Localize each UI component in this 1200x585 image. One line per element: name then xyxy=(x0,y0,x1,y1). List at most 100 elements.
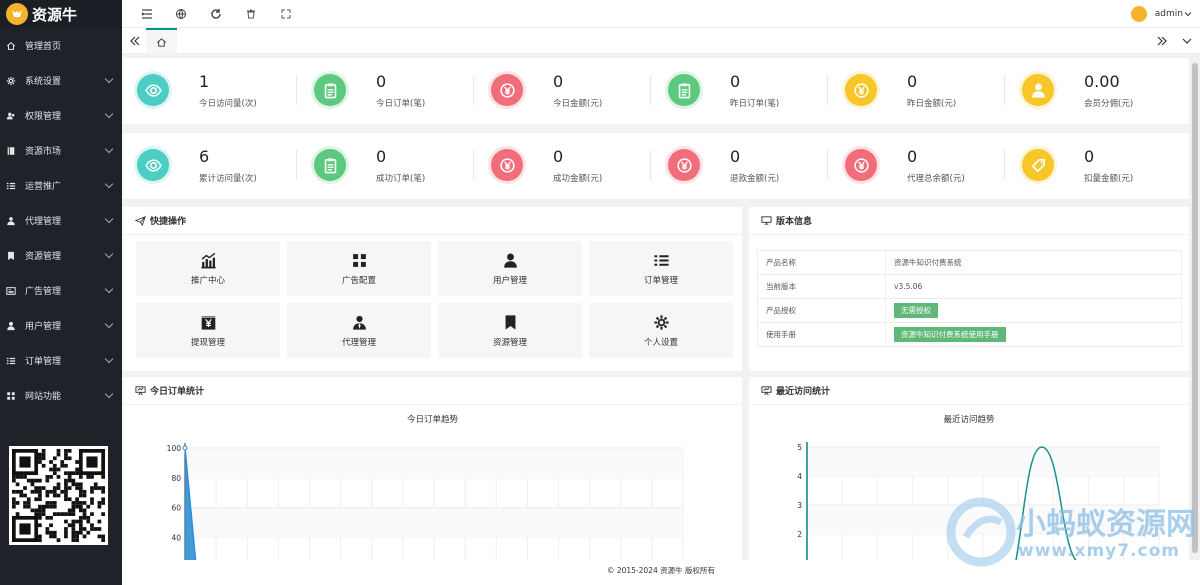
stat-value: 0 xyxy=(553,72,564,91)
tabs-scroll-left-icon[interactable] xyxy=(129,35,141,50)
stat-value: 0 xyxy=(730,147,741,166)
quick-action-button[interactable]: 代理管理 xyxy=(287,303,431,358)
yen-box-icon xyxy=(200,315,216,330)
sidebar-item-8[interactable]: 用户管理 xyxy=(0,308,122,343)
stat-label: 今日金额(元) xyxy=(553,99,603,109)
tabs-dropdown-icon[interactable] xyxy=(1181,35,1193,50)
sidebar-item-0[interactable]: 管理首页 xyxy=(0,28,122,63)
globe-icon[interactable] xyxy=(175,8,187,20)
brand-logo[interactable]: 资源牛 xyxy=(0,0,122,28)
version-value-cell: 无需授权 xyxy=(885,298,1182,323)
avatar xyxy=(1130,6,1147,22)
version-info-header: 版本信息 xyxy=(749,207,1189,235)
version-value-cell: 资源牛知识付费系统 xyxy=(885,250,1182,275)
grid-band xyxy=(185,507,683,538)
stat-badge xyxy=(1022,74,1054,106)
y-tick-label: 60 xyxy=(171,504,181,513)
quick-action-button[interactable]: 提现管理 xyxy=(136,303,280,358)
username: admin xyxy=(1154,9,1183,19)
y-tick-label: 40 xyxy=(171,533,181,542)
stat-value: 6 xyxy=(199,147,210,166)
chevron-down-icon xyxy=(1184,12,1192,17)
divider xyxy=(650,75,651,105)
brand-icon xyxy=(6,3,28,25)
stat-label: 累计访问量(次) xyxy=(199,174,257,184)
quick-actions-title: 快捷操作 xyxy=(150,217,187,227)
stat-card: 6 累计访问量(次) xyxy=(123,133,299,199)
users-icon xyxy=(6,112,15,119)
stat-badge xyxy=(845,149,877,181)
list-icon xyxy=(6,182,16,189)
sidebar-item-9[interactable]: 订单管理 xyxy=(0,343,122,378)
quick-action-button[interactable]: 用户管理 xyxy=(438,241,582,296)
sidebar-item-5[interactable]: 代理管理 xyxy=(0,203,122,238)
chevron-down-icon xyxy=(104,319,114,329)
stat-badge xyxy=(137,149,169,181)
refresh-icon[interactable] xyxy=(210,8,222,20)
sidebar-item-3[interactable]: 资源市场 xyxy=(0,133,122,168)
clipboard-icon xyxy=(324,82,336,98)
version-row: 使用手册 资源牛知识付费系统使用手册 xyxy=(757,322,1182,347)
sidebar-item-4[interactable]: 运营推广 xyxy=(0,168,122,203)
version-row: 产品名称 资源牛知识付费系统 xyxy=(757,250,1182,275)
sidebar-item-label: 网站功能 xyxy=(25,392,62,402)
watermark-text: 小蚂蚁资源网 xyxy=(1016,507,1196,542)
user-tie-icon xyxy=(7,216,15,225)
tab-home[interactable] xyxy=(146,28,177,54)
chevron-down-icon xyxy=(104,354,114,364)
quick-action-button[interactable]: 推广中心 xyxy=(136,241,280,296)
stat-value: 1 xyxy=(199,72,210,91)
watermark: 小蚂蚁资源网 www.xmy7.com xyxy=(946,495,1200,575)
y-tick-label: 3 xyxy=(797,501,802,510)
stat-card: 0 昨日金额(元) xyxy=(831,58,1007,124)
sidebar-item-label: 运营推广 xyxy=(25,182,62,192)
stat-value: 0 xyxy=(376,72,387,91)
gear-icon xyxy=(653,314,669,330)
stat-label: 今日访问量(次) xyxy=(199,99,257,109)
stat-value: 0 xyxy=(376,147,387,166)
chart-icon xyxy=(200,252,216,268)
sidebar-item-6[interactable]: 资源管理 xyxy=(0,238,122,273)
scrollbar-thumb[interactable] xyxy=(1192,63,1198,553)
page-scrollbar[interactable] xyxy=(1190,55,1200,560)
divider xyxy=(650,150,651,180)
version-key: 产品授权 xyxy=(757,298,886,323)
tabs-scroll-right-icon[interactable] xyxy=(1156,35,1168,50)
sidebar-item-label: 管理首页 xyxy=(25,42,62,52)
quick-action-label: 用户管理 xyxy=(492,275,527,286)
menu-toggle-icon[interactable] xyxy=(141,8,153,20)
bookmark-icon xyxy=(8,251,14,260)
stat-label: 昨日订单(笔) xyxy=(730,99,780,109)
divider xyxy=(473,150,474,180)
stat-card: 0 扣量金额(元) xyxy=(1008,133,1184,199)
chevron-down-icon xyxy=(104,284,114,294)
version-badge[interactable]: 资源牛知识付费系统使用手册 xyxy=(894,327,1006,342)
stat-value: 0 xyxy=(1084,147,1095,166)
quick-action-label: 推广中心 xyxy=(190,275,225,286)
sidebar-item-1[interactable]: 系统设置 xyxy=(0,63,122,98)
data-point xyxy=(182,445,188,451)
version-key: 产品名称 xyxy=(757,250,886,275)
stat-card: 0 成功金额(元) xyxy=(477,133,653,199)
sidebar-item-label: 资源市场 xyxy=(25,147,62,157)
quick-action-button[interactable]: 个人设置 xyxy=(589,303,733,358)
version-key: 使用手册 xyxy=(757,322,886,347)
trash-icon[interactable] xyxy=(245,8,257,20)
quick-action-button[interactable]: 订单管理 xyxy=(589,241,733,296)
sidebar-item-label: 系统设置 xyxy=(25,77,62,87)
sidebar-item-7[interactable]: 广告管理 xyxy=(0,273,122,308)
quick-action-button[interactable]: 广告配置 xyxy=(287,241,431,296)
sidebar-item-10[interactable]: 网站功能 xyxy=(0,378,122,413)
user-menu[interactable]: admin xyxy=(1130,6,1192,22)
grid-band xyxy=(807,447,1159,476)
y-tick-label: 5 xyxy=(797,443,802,452)
y-tick-label: 100 xyxy=(167,444,182,453)
fullscreen-icon[interactable] xyxy=(280,8,292,20)
stat-value: 0 xyxy=(553,147,564,166)
chevron-down-icon xyxy=(104,179,114,189)
sidebar-item-2[interactable]: 权限管理 xyxy=(0,98,122,133)
home-icon xyxy=(6,41,16,50)
quick-action-button[interactable]: 资源管理 xyxy=(438,303,582,358)
stat-card: 0 代理总余额(元) xyxy=(831,133,1007,199)
divider xyxy=(827,75,828,105)
